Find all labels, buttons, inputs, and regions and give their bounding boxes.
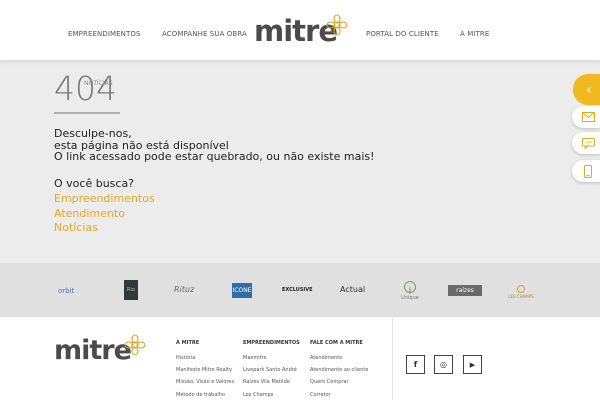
footer-link[interactable]: Raízes Vila Matilde bbox=[243, 379, 290, 385]
search-question: O você busca? bbox=[54, 177, 135, 190]
divider bbox=[54, 112, 120, 114]
footer-logo-text: mitre bbox=[54, 335, 132, 366]
footer-link[interactable]: Corretor bbox=[310, 392, 331, 398]
section-label: NOTÍCIAS bbox=[84, 80, 113, 87]
sun-icon bbox=[517, 284, 525, 293]
footer-link[interactable]: História bbox=[176, 355, 195, 361]
footer-link[interactable]: Método de trabalho bbox=[176, 392, 225, 398]
footer-link[interactable]: Missão, Visão e Valores bbox=[176, 379, 234, 385]
footer-link[interactable]: Les Champs bbox=[243, 392, 273, 398]
tree-icon bbox=[404, 281, 416, 294]
footer-link[interactable]: Maxmitre bbox=[243, 355, 267, 361]
footer-col-title-a-mitre: A MITRE bbox=[176, 340, 200, 346]
footer-flower-logo-icon bbox=[124, 334, 146, 356]
chat-icon bbox=[581, 137, 595, 149]
footer-col-title-empreendimentos: EMPREENDIMENTOS bbox=[243, 340, 300, 346]
mitre-logo[interactable]: mitre bbox=[254, 12, 350, 48]
footer-col-title-fale-com-a-mitre: FALE COM A MITRE bbox=[310, 340, 363, 346]
partner-exclusive-logo[interactable]: EXCLUSIVE bbox=[282, 287, 313, 293]
facebook-button[interactable]: f bbox=[406, 355, 425, 374]
footer-link[interactable]: Atendimento ao cliente bbox=[310, 367, 368, 373]
footer-link[interactable]: Atendimento bbox=[310, 355, 342, 361]
partner-raizes-logo[interactable]: raízes bbox=[448, 285, 482, 296]
error-code: 404 bbox=[54, 69, 117, 108]
side-tab-phone[interactable] bbox=[572, 160, 600, 182]
facebook-icon: f bbox=[413, 360, 418, 369]
instagram-icon: ◎ bbox=[440, 360, 447, 369]
partner-icone-logo[interactable]: ICONE bbox=[232, 283, 252, 298]
link-atendimento[interactable]: Atendimento bbox=[54, 207, 125, 220]
envelope-icon bbox=[581, 112, 595, 122]
side-tab-email[interactable] bbox=[572, 106, 600, 128]
youtube-button[interactable]: ▶ bbox=[463, 355, 482, 374]
footer-link[interactable]: Quero Comprar bbox=[310, 379, 349, 385]
partner-brands: orbit Rio Rituz ICONE EXCLUSIVE Actual U… bbox=[0, 263, 600, 317]
youtube-icon: ▶ bbox=[469, 360, 476, 369]
error-section: 404 NOTÍCIAS Desculpe-nos, esta página n… bbox=[0, 60, 600, 263]
partner-rio-logo[interactable]: Rio bbox=[124, 280, 138, 300]
nav-a-mitre[interactable]: A MITRE bbox=[460, 30, 489, 38]
site-footer: mitre A MITRE História Manifesto Mitre R… bbox=[0, 317, 600, 400]
footer-link[interactable]: Manifesto Mitre Realty bbox=[176, 367, 232, 373]
footer-link[interactable]: Livepark Santo André bbox=[243, 367, 297, 373]
partner-les-champs-logo[interactable]: LES CHAMPS bbox=[502, 279, 540, 303]
footer-mitre-logo[interactable]: mitre bbox=[54, 332, 154, 368]
chevron-left-icon: ‹ bbox=[586, 81, 592, 98]
partner-unique-label: Unique bbox=[401, 295, 419, 301]
partner-rituz-logo[interactable]: Rituz bbox=[174, 285, 194, 294]
nav-empreendimentos[interactable]: EMPREENDIMENTOS bbox=[68, 30, 141, 38]
partner-les-champs-label: LES CHAMPS bbox=[508, 293, 534, 299]
error-line-3: O link acessado pode estar quebrado, ou … bbox=[54, 150, 375, 163]
partner-unique-logo[interactable]: Unique bbox=[396, 278, 424, 304]
phone-icon bbox=[584, 164, 592, 178]
footer-divider bbox=[392, 317, 393, 400]
flower-logo-icon bbox=[326, 14, 348, 36]
partner-actual-logo[interactable]: Actual bbox=[340, 285, 365, 294]
side-panel-toggle[interactable]: ‹ bbox=[573, 74, 600, 105]
side-tab-chat[interactable] bbox=[572, 132, 600, 154]
logo-text: mitre bbox=[254, 14, 338, 48]
site-header: EMPREENDIMENTOS ACOMPANHE SUA OBRA mitre… bbox=[0, 0, 600, 60]
nav-portal-do-cliente[interactable]: PORTAL DO CLIENTE bbox=[366, 30, 439, 38]
link-empreendimentos[interactable]: Empreendimentos bbox=[54, 192, 155, 205]
instagram-button[interactable]: ◎ bbox=[434, 355, 453, 374]
partner-orbit-logo[interactable]: orbit bbox=[58, 287, 74, 295]
link-noticias[interactable]: Notícias bbox=[54, 221, 98, 234]
nav-acompanhe-sua-obra[interactable]: ACOMPANHE SUA OBRA bbox=[162, 30, 247, 38]
